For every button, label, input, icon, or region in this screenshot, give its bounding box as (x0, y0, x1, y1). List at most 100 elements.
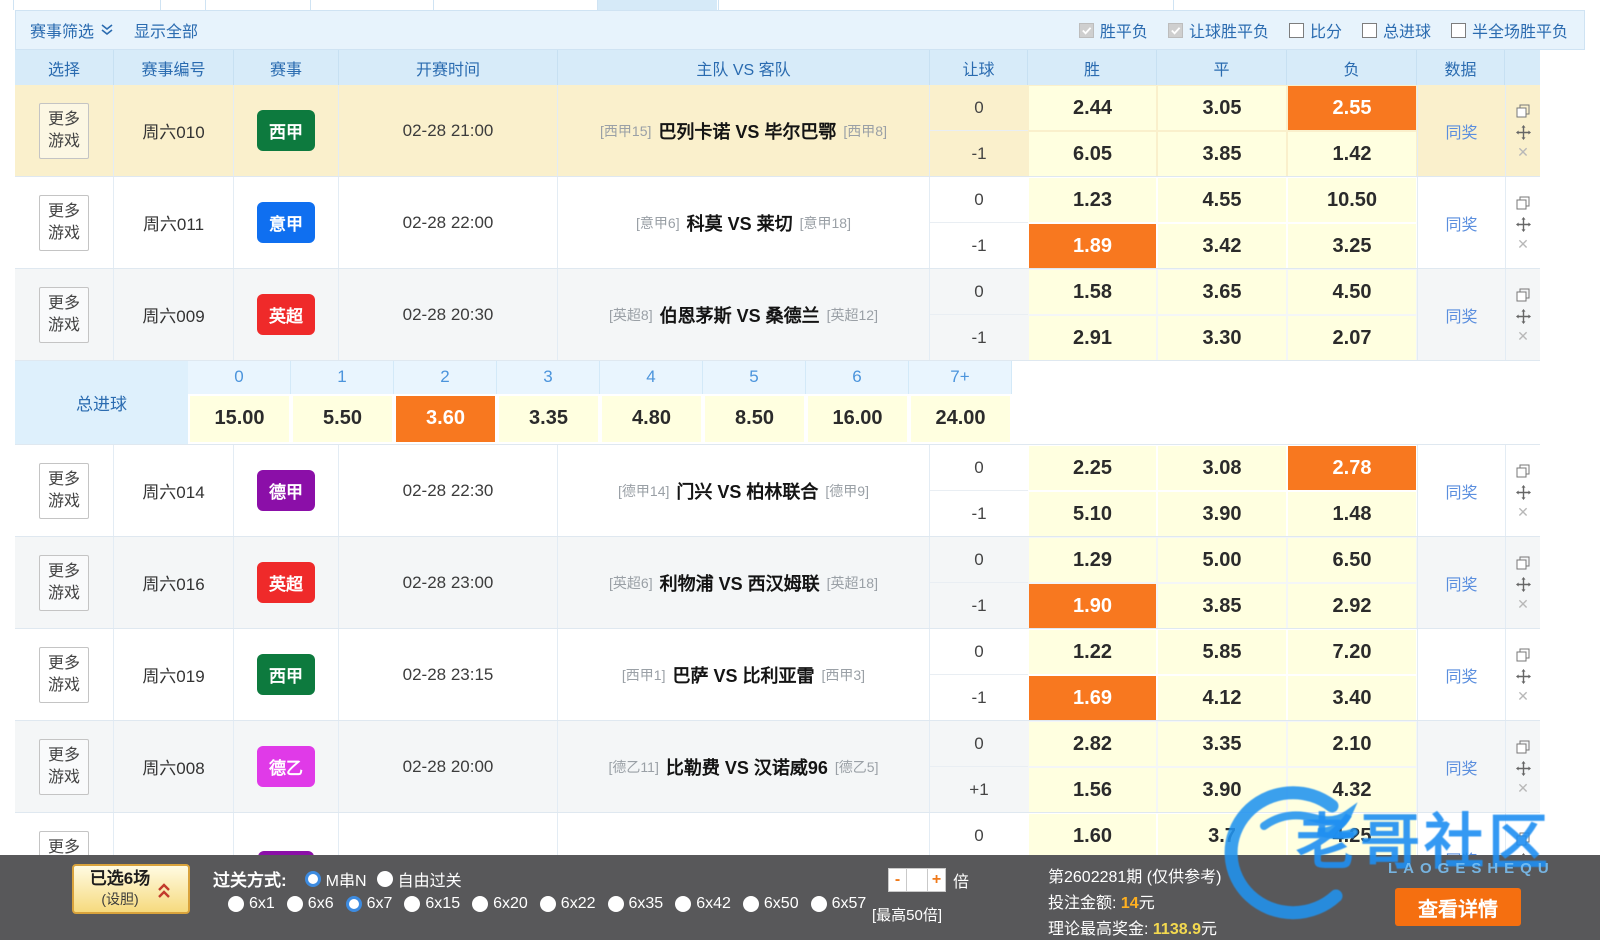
move-icon[interactable] (1516, 761, 1531, 776)
view-details-button[interactable]: 查看详情 (1395, 888, 1521, 926)
more-games-button[interactable]: 更多游戏 (39, 739, 89, 795)
same-prize-link[interactable]: 同奖 (1445, 479, 1477, 503)
radio-combo-6x20[interactable]: 6x20 (472, 895, 528, 913)
same-prize-link[interactable]: 同奖 (1445, 211, 1477, 235)
copy-icon[interactable] (1516, 288, 1530, 302)
odds-lose[interactable]: 2.10 (1288, 722, 1416, 766)
move-icon[interactable] (1516, 485, 1531, 500)
move-icon[interactable] (1516, 217, 1531, 232)
radio-combo-6x1[interactable]: 6x1 (228, 895, 275, 913)
odds-draw[interactable]: 3.85 (1158, 132, 1286, 176)
odds-win[interactable]: 2.25 (1029, 446, 1156, 490)
copy-icon[interactable] (1516, 832, 1530, 846)
copy-icon[interactable] (1516, 104, 1530, 118)
close-icon[interactable]: ✕ (1517, 331, 1529, 341)
same-prize-link[interactable]: 同奖 (1445, 303, 1477, 327)
odds-win[interactable]: 1.29 (1029, 538, 1156, 582)
same-prize-link[interactable]: 同奖 (1445, 571, 1477, 595)
copy-icon[interactable] (1516, 648, 1530, 662)
same-prize-link[interactable]: 同奖 (1445, 119, 1477, 143)
goals-odds[interactable]: 5.50 (293, 396, 392, 442)
odds-lose[interactable]: 7.20 (1288, 630, 1416, 674)
checkbox-half-full-wdl[interactable] (1451, 23, 1466, 38)
radio-combo-6x42[interactable]: 6x42 (675, 895, 731, 913)
goals-odds[interactable]: 8.50 (705, 396, 804, 442)
odds-win[interactable]: 1.58 (1029, 270, 1156, 314)
goals-odds-selected[interactable]: 3.60 (396, 396, 495, 442)
odds-win[interactable]: 6.05 (1029, 132, 1156, 176)
odds-lose[interactable]: 1.48 (1288, 492, 1416, 536)
odds-lose[interactable]: 2.07 (1288, 316, 1416, 360)
copy-icon[interactable] (1516, 556, 1530, 570)
checkbox-win-draw-lose[interactable] (1079, 23, 1094, 38)
more-games-button[interactable]: 更多游戏 (39, 647, 89, 703)
odds-lose-selected[interactable]: 2.55 (1288, 86, 1416, 130)
same-prize-link[interactable]: 同奖 (1445, 755, 1477, 779)
checkbox-score[interactable] (1289, 23, 1304, 38)
show-all-link[interactable]: 显示全部 (134, 18, 198, 42)
odds-draw[interactable]: 4.12 (1158, 676, 1286, 720)
goals-odds[interactable]: 15.00 (190, 396, 289, 442)
more-games-button[interactable]: 更多游戏 (39, 195, 89, 251)
odds-win[interactable]: 1.56 (1029, 768, 1156, 812)
odds-lose[interactable]: 10.50 (1288, 178, 1416, 222)
goals-odds[interactable]: 3.35 (499, 396, 598, 442)
move-icon[interactable] (1516, 669, 1531, 684)
multiplier-plus-button[interactable]: + (927, 868, 946, 892)
odds-draw[interactable]: 3.85 (1158, 584, 1286, 628)
goals-odds[interactable]: 24.00 (911, 396, 1010, 442)
odds-win-selected[interactable]: 1.69 (1029, 676, 1156, 720)
move-icon[interactable] (1516, 309, 1531, 324)
radio-free-pass[interactable]: 自由过关 (377, 867, 462, 891)
odds-draw[interactable]: 5.00 (1158, 538, 1286, 582)
close-icon[interactable]: ✕ (1517, 691, 1529, 701)
multiplier-input[interactable] (907, 868, 927, 892)
checkbox-handicap-wdl[interactable] (1168, 23, 1183, 38)
copy-icon[interactable] (1516, 464, 1530, 478)
more-games-button[interactable]: 更多游戏 (39, 463, 89, 519)
radio-m-chuan-n[interactable]: M串N (305, 867, 367, 891)
odds-win[interactable]: 1.23 (1029, 178, 1156, 222)
odds-lose[interactable]: 6.50 (1288, 538, 1416, 582)
odds-lose[interactable]: 3.40 (1288, 676, 1416, 720)
radio-combo-6x15[interactable]: 6x15 (404, 895, 460, 913)
radio-combo-6x7[interactable]: 6x7 (346, 895, 393, 913)
radio-combo-6x22[interactable]: 6x22 (540, 895, 596, 913)
odds-lose[interactable]: 4.32 (1288, 768, 1416, 812)
odds-draw[interactable]: 3.7 (1158, 814, 1286, 858)
odds-win[interactable]: 2.91 (1029, 316, 1156, 360)
odds-lose[interactable]: 4.50 (1288, 270, 1416, 314)
multiplier-minus-button[interactable]: - (888, 868, 907, 892)
chevron-double-down-icon[interactable] (100, 23, 114, 37)
close-icon[interactable]: ✕ (1517, 599, 1529, 609)
odds-lose[interactable]: 1.42 (1288, 132, 1416, 176)
odds-win[interactable]: 1.60 (1029, 814, 1156, 858)
odds-win-selected[interactable]: 1.89 (1029, 224, 1156, 268)
close-icon[interactable]: ✕ (1517, 147, 1529, 157)
move-icon[interactable] (1516, 577, 1531, 592)
close-icon[interactable]: ✕ (1517, 507, 1529, 517)
radio-combo-6x6[interactable]: 6x6 (287, 895, 334, 913)
more-games-button[interactable]: 更多游戏 (39, 555, 89, 611)
odds-draw[interactable]: 3.30 (1158, 316, 1286, 360)
copy-icon[interactable] (1516, 740, 1530, 754)
odds-draw[interactable]: 5.85 (1158, 630, 1286, 674)
odds-lose[interactable]: 2.92 (1288, 584, 1416, 628)
odds-draw[interactable]: 4.55 (1158, 178, 1286, 222)
odds-draw[interactable]: 3.90 (1158, 768, 1286, 812)
goals-odds[interactable]: 16.00 (808, 396, 907, 442)
odds-win[interactable]: 2.82 (1029, 722, 1156, 766)
radio-combo-6x50[interactable]: 6x50 (743, 895, 799, 913)
odds-draw[interactable]: 3.90 (1158, 492, 1286, 536)
odds-win-selected[interactable]: 1.90 (1029, 584, 1156, 628)
checkbox-total-goals[interactable] (1362, 23, 1377, 38)
more-games-button[interactable]: 更多游戏 (39, 287, 89, 343)
odds-lose-selected[interactable]: 2.78 (1288, 446, 1416, 490)
odds-win[interactable]: 1.22 (1029, 630, 1156, 674)
odds-draw[interactable]: 3.08 (1158, 446, 1286, 490)
odds-draw[interactable]: 3.42 (1158, 224, 1286, 268)
odds-win[interactable]: 5.10 (1029, 492, 1156, 536)
close-icon[interactable]: ✕ (1517, 783, 1529, 793)
odds-draw[interactable]: 3.05 (1158, 86, 1286, 130)
odds-draw[interactable]: 3.65 (1158, 270, 1286, 314)
